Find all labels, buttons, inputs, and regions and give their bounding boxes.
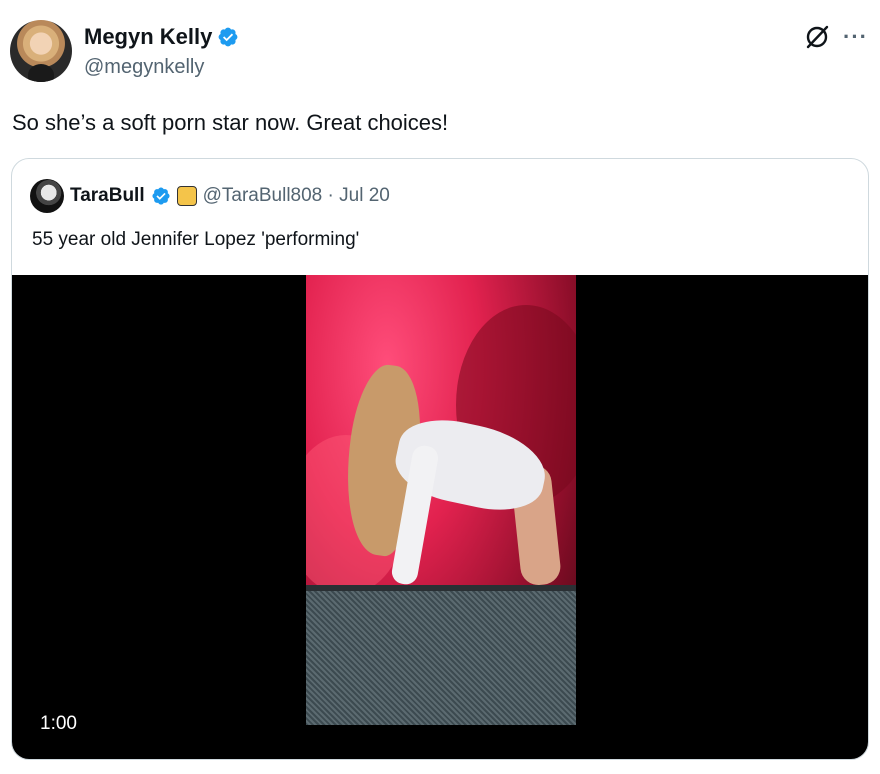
display-name[interactable]: Megyn Kelly	[84, 24, 212, 50]
video-frame	[306, 275, 576, 725]
quoted-tweet-header: TaraBull @TaraBull808 · Jul 20	[30, 179, 390, 213]
video-player[interactable]: 1:00	[12, 275, 868, 759]
quoted-display-name[interactable]: TaraBull	[70, 185, 145, 207]
gold-badge-icon	[176, 186, 197, 206]
tweet-header: Megyn Kelly @megynkelly ···	[10, 20, 870, 84]
avatar[interactable]	[10, 20, 72, 82]
name-row: Megyn Kelly	[84, 24, 239, 50]
verified-badge-icon	[152, 187, 170, 205]
quoted-handle-date[interactable]: @TaraBull808 · Jul 20	[203, 185, 390, 207]
tweet-text: So she’s a soft porn star now. Great cho…	[12, 110, 449, 135]
grok-icon[interactable]	[804, 24, 830, 50]
quoted-avatar[interactable]	[30, 179, 64, 213]
handle[interactable]: @megynkelly	[84, 56, 204, 79]
quoted-tweet[interactable]: TaraBull @TaraBull808 · Jul 20 55 year o…	[11, 158, 869, 760]
more-icon[interactable]: ···	[843, 24, 868, 50]
video-timestamp: 1:00	[34, 711, 83, 737]
verified-badge-icon	[218, 27, 238, 47]
quoted-tweet-text: 55 year old Jennifer Lopez 'performing'	[32, 229, 360, 250]
